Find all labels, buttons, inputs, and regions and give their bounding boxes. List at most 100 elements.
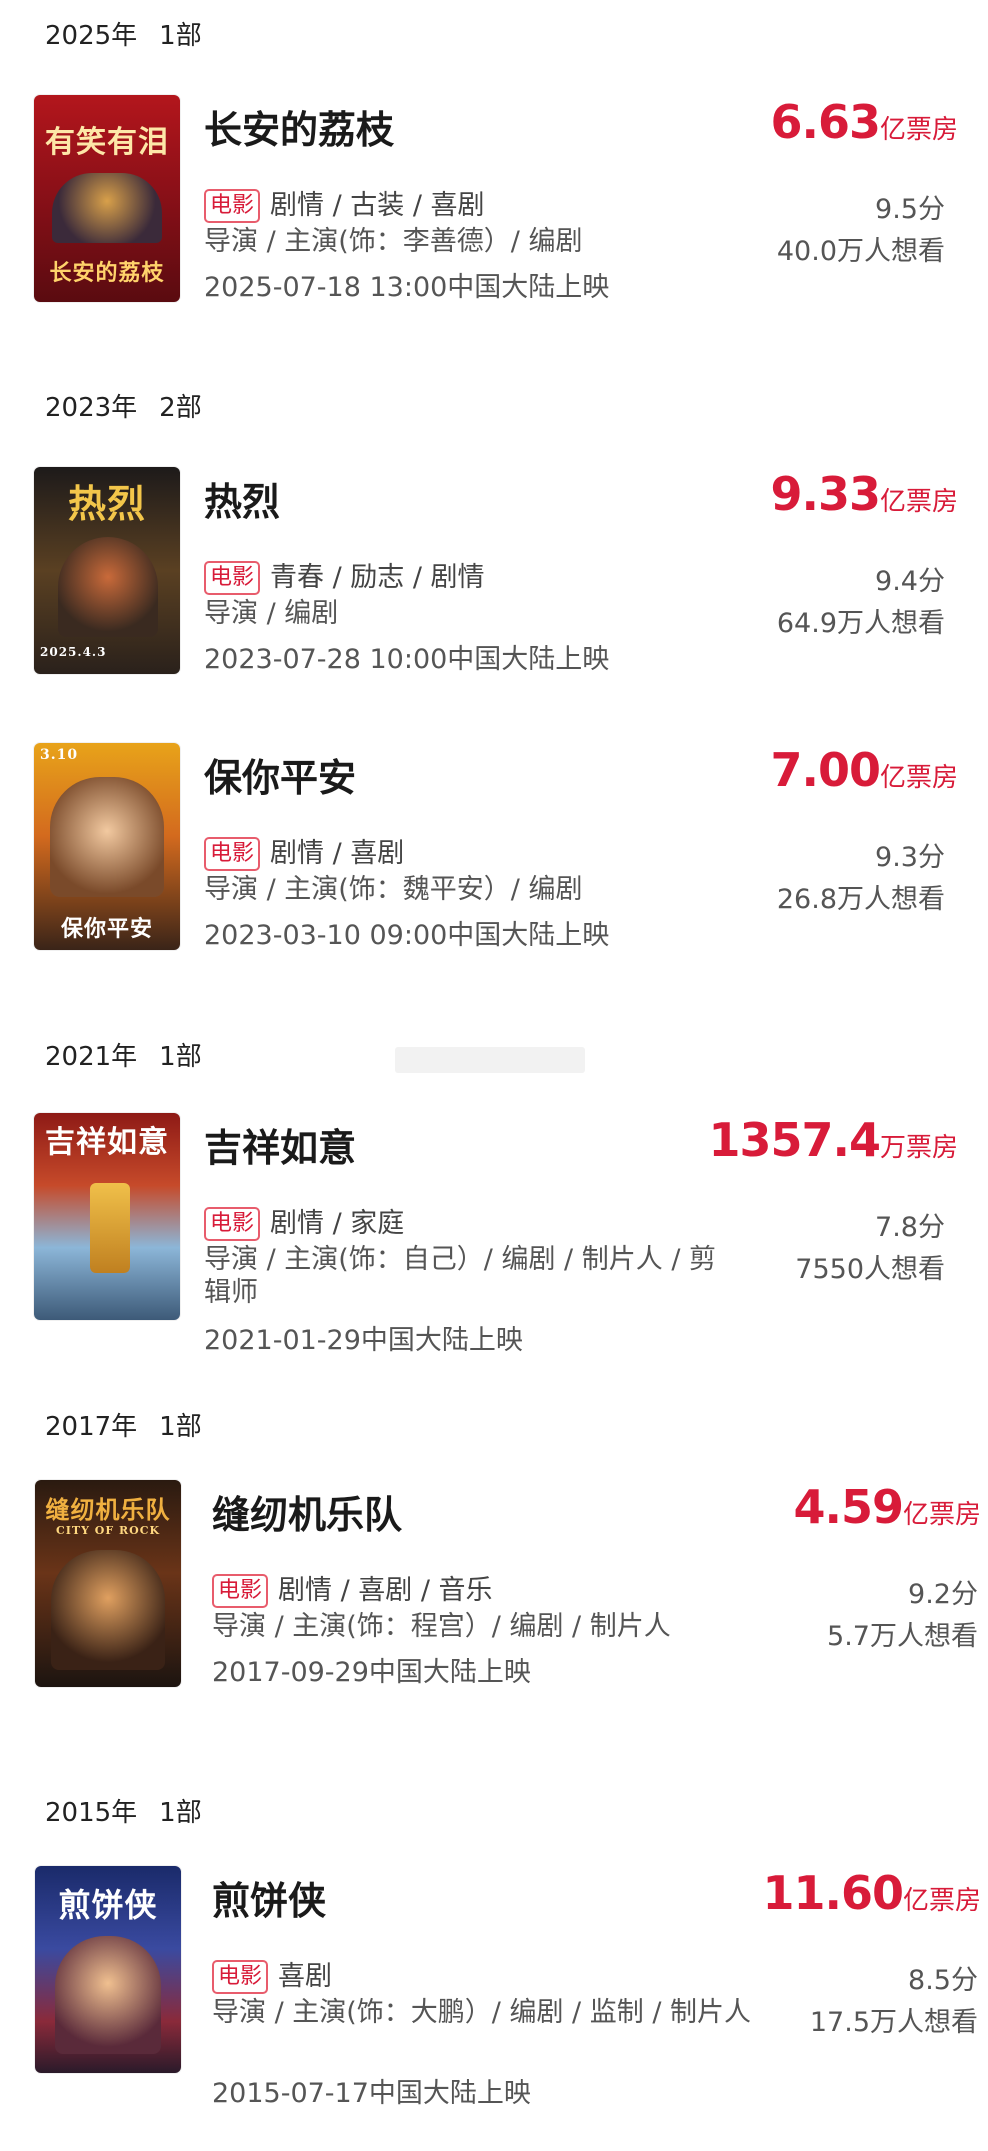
poster-caption: 长安的荔枝	[49, 260, 165, 286]
want-count: 17.5万人想看	[809, 2007, 978, 2038]
movie-card[interactable]: 吉祥如意 吉祥如意 1357.4万票房 电影 剧情 / 家庭 导演 / 主演(饰：…	[0, 1113, 988, 1356]
movie-tag: 电影	[204, 837, 261, 871]
roles: 导演 / 主演(饰：程宫）/ 编剧 / 制片人	[212, 1611, 671, 1642]
year-label: 2023年	[45, 393, 138, 423]
roles: 导演 / 编剧	[204, 598, 339, 629]
want-count: 7550人想看	[795, 1254, 945, 1285]
blurred-watermark	[395, 1047, 585, 1073]
box-office-unit: 亿票房	[879, 487, 958, 517]
genres: 剧情 / 喜剧 / 音乐	[278, 1575, 493, 1606]
poster-caption: 吉祥如意	[45, 1125, 169, 1160]
movie-card[interactable]: 3.10 保你平安 保你平安 7.00亿票房 电影 剧情 / 喜剧 导演 / 主演…	[0, 743, 988, 973]
year-count: 1部	[159, 1798, 202, 1828]
box-office-number: 6.63	[770, 95, 880, 149]
year-label: 2025年	[45, 21, 138, 51]
genres: 剧情 / 古装 / 喜剧	[270, 190, 485, 221]
genre-row: 电影 剧情 / 古装 / 喜剧	[204, 183, 485, 223]
year-count: 1部	[159, 1412, 202, 1442]
movie-title[interactable]: 保你平安	[204, 747, 356, 802]
box-office-unit: 亿票房	[902, 1500, 981, 1530]
box-office: 6.63亿票房	[770, 95, 958, 149]
want-count: 26.8万人想看	[776, 884, 945, 915]
movie-tag: 电影	[204, 189, 261, 223]
genres: 剧情 / 喜剧	[270, 838, 405, 869]
poster-caption: 缝纫机乐队	[45, 1495, 171, 1524]
poster-caption: 热烈	[67, 481, 146, 526]
roles: 导演 / 主演(饰：自己）/ 编剧 / 制片人 / 剪辑师	[204, 1244, 716, 1308]
release-info: 2025-07-18 13:00中国大陆上映	[204, 272, 610, 303]
poster-caption: 保你平安	[60, 916, 153, 942]
want-count: 40.0万人想看	[776, 236, 945, 267]
year-header-2025: 2025年 1部	[45, 15, 202, 52]
movie-poster[interactable]: 3.10 保你平安	[34, 743, 180, 950]
movie-card[interactable]: 有笑有泪 长安的荔枝 长安的荔枝 6.63亿票房 电影 剧情 / 古装 / 喜剧 …	[0, 95, 988, 325]
release-info: 2021-01-29中国大陆上映	[204, 1325, 523, 1356]
year-label: 2017年	[45, 1412, 138, 1442]
movie-title[interactable]: 煎饼侠	[212, 1870, 326, 1925]
release-info: 2023-03-10 09:00中国大陆上映	[204, 920, 610, 951]
year-count: 1部	[159, 21, 202, 51]
box-office: 11.60亿票房	[762, 1866, 981, 1920]
poster-caption: 有笑有泪	[45, 125, 169, 160]
poster-caption: CITY OF ROCK	[55, 1524, 161, 1537]
box-office: 1357.4万票房	[708, 1113, 958, 1167]
box-office-unit: 亿票房	[902, 1886, 981, 1916]
want-count: 64.9万人想看	[776, 608, 945, 639]
genres: 喜剧	[278, 1961, 333, 1992]
movie-poster[interactable]: 缝纫机乐队 CITY OF ROCK	[35, 1480, 181, 1687]
box-office: 9.33亿票房	[770, 467, 958, 521]
genre-row: 电影 剧情 / 喜剧	[204, 831, 404, 871]
rating: 9.5分	[875, 194, 945, 225]
poster-caption: 煎饼侠	[58, 1886, 158, 1924]
movie-poster[interactable]: 有笑有泪 长安的荔枝	[34, 95, 180, 302]
genre-row: 电影 剧情 / 喜剧 / 音乐	[212, 1568, 493, 1608]
movie-card[interactable]: 热烈 2025.4.3 热烈 9.33亿票房 电影 青春 / 励志 / 剧情 导演…	[0, 467, 988, 697]
genres: 青春 / 励志 / 剧情	[270, 562, 485, 593]
movie-tag: 电影	[204, 1207, 261, 1241]
movie-card[interactable]: 缝纫机乐队 CITY OF ROCK 缝纫机乐队 4.59亿票房 电影 剧情 / …	[0, 1480, 988, 1710]
box-office-number: 11.60	[762, 1866, 904, 1920]
release-info: 2015-07-17中国大陆上映	[212, 2078, 531, 2109]
poster-lantern	[90, 1183, 130, 1273]
year-count: 1部	[159, 1042, 202, 1072]
box-office-number: 1357.4	[708, 1113, 881, 1167]
genre-row: 电影 剧情 / 家庭	[204, 1201, 404, 1241]
poster-figures	[52, 173, 162, 243]
movie-title[interactable]: 长安的荔枝	[204, 99, 394, 154]
poster-caption: 3.10	[40, 747, 79, 763]
poster-figures	[51, 1550, 165, 1670]
genre-row: 电影 青春 / 励志 / 剧情	[204, 555, 485, 595]
year-header-2023: 2023年 2部	[45, 387, 202, 424]
movie-card[interactable]: 煎饼侠 煎饼侠 11.60亿票房 电影 喜剧 导演 / 主演(饰：大鹏）/ 编剧 …	[0, 1866, 988, 2109]
genre-row: 电影 喜剧	[212, 1954, 332, 1994]
movie-title[interactable]: 吉祥如意	[204, 1117, 356, 1172]
year-header-2015: 2015年 1部	[45, 1792, 202, 1829]
movie-tag: 电影	[212, 1960, 269, 1994]
movie-poster[interactable]: 热烈 2025.4.3	[34, 467, 180, 674]
box-office-number: 4.59	[793, 1480, 903, 1534]
year-header-2021: 2021年 1部	[45, 1036, 202, 1073]
poster-figures	[55, 1936, 161, 2054]
movie-poster[interactable]: 煎饼侠	[35, 1866, 181, 2073]
year-label: 2015年	[45, 1798, 138, 1828]
movie-title[interactable]: 缝纫机乐队	[212, 1484, 402, 1539]
movie-title[interactable]: 热烈	[204, 471, 280, 526]
poster-figures	[50, 777, 164, 897]
roles: 导演 / 主演(饰：李善德）/ 编剧	[204, 226, 583, 257]
year-header-2017: 2017年 1部	[45, 1406, 202, 1443]
box-office-unit: 亿票房	[879, 763, 958, 793]
rating: 9.3分	[875, 842, 945, 873]
movie-poster[interactable]: 吉祥如意	[34, 1113, 180, 1320]
box-office-number: 9.33	[770, 467, 880, 521]
movie-tag: 电影	[204, 561, 261, 595]
movie-tag: 电影	[212, 1574, 269, 1608]
rating: 7.8分	[875, 1212, 945, 1243]
box-office: 4.59亿票房	[793, 1480, 981, 1534]
rating: 9.2分	[908, 1579, 978, 1610]
release-info: 2017-09-29中国大陆上映	[212, 1657, 531, 1688]
want-count: 5.7万人想看	[827, 1621, 978, 1652]
poster-caption: 2025.4.3	[40, 645, 107, 659]
roles: 导演 / 主演(饰：魏平安）/ 编剧	[204, 874, 583, 905]
roles: 导演 / 主演(饰：大鹏）/ 编剧 / 监制 / 制片人	[212, 1997, 751, 2028]
year-count: 2部	[159, 393, 202, 423]
